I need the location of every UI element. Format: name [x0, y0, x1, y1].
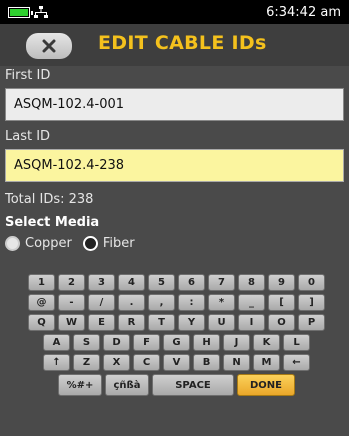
key[interactable]: J	[223, 334, 250, 351]
fiber-radio[interactable]	[82, 236, 98, 251]
last-id-field[interactable]: ASQM-102.4-238	[5, 149, 344, 182]
key[interactable]: P	[298, 314, 325, 331]
key[interactable]: Y	[178, 314, 205, 331]
network-icon	[34, 5, 48, 18]
total-ids-text: Total IDs: 238	[5, 192, 94, 207]
key[interactable]: ]	[298, 294, 325, 311]
close-icon	[42, 39, 56, 53]
key[interactable]: 2	[58, 274, 85, 291]
space-key[interactable]: SPACE	[152, 374, 234, 396]
key[interactable]: :	[178, 294, 205, 311]
key[interactable]: 1	[28, 274, 55, 291]
key-row-digits: 1 2 3 4 5 6 7 8 9 0	[25, 274, 328, 291]
key[interactable]: 6	[178, 274, 205, 291]
title-bar: EDIT CABLE IDs	[0, 24, 349, 66]
key[interactable]: S	[73, 334, 100, 351]
first-id-label: First ID	[5, 68, 51, 83]
key[interactable]: C	[133, 354, 160, 371]
key[interactable]: 5	[148, 274, 175, 291]
key[interactable]: 0	[298, 274, 325, 291]
copper-label[interactable]: Copper	[25, 236, 72, 251]
key[interactable]: 3	[88, 274, 115, 291]
key[interactable]: @	[28, 294, 55, 311]
key[interactable]: /	[88, 294, 115, 311]
key[interactable]: O	[268, 314, 295, 331]
last-id-label: Last ID	[5, 129, 51, 144]
done-button[interactable]: DONE	[237, 374, 295, 396]
key[interactable]: 4	[118, 274, 145, 291]
key[interactable]: L	[283, 334, 310, 351]
key[interactable]: D	[103, 334, 130, 351]
key[interactable]: 7	[208, 274, 235, 291]
key[interactable]: 9	[268, 274, 295, 291]
key[interactable]: F	[133, 334, 160, 351]
back-button[interactable]	[26, 33, 72, 59]
form: First ID ASQM-102.4-001 Last ID ASQM-102…	[0, 66, 349, 251]
key[interactable]: *	[208, 294, 235, 311]
key[interactable]: ,	[148, 294, 175, 311]
key-row-zxcv: ↑ Z X C V B N M ←	[25, 354, 328, 371]
key[interactable]: 8	[238, 274, 265, 291]
key-row-asdf: A S D F G H J K L	[25, 334, 328, 351]
media-radio-group: Copper Fiber	[5, 236, 349, 251]
key[interactable]: E	[88, 314, 115, 331]
key-row-qwerty: Q W E R T Y U I O P	[25, 314, 328, 331]
key[interactable]: N	[223, 354, 250, 371]
key-row-symbols: @ - / . , : * _ [ ]	[25, 294, 328, 311]
key[interactable]: G	[163, 334, 190, 351]
backspace-key[interactable]: ←	[283, 354, 310, 371]
key[interactable]: B	[193, 354, 220, 371]
battery-level	[10, 8, 28, 16]
key[interactable]: V	[163, 354, 190, 371]
key[interactable]: T	[148, 314, 175, 331]
key[interactable]: K	[253, 334, 280, 351]
key[interactable]: M	[253, 354, 280, 371]
page-title: EDIT CABLE IDs	[98, 32, 267, 54]
key[interactable]: [	[268, 294, 295, 311]
key-row-bottom: %#+ çñßà SPACE DONE	[25, 374, 328, 396]
status-bar: 6:34:42 am	[0, 0, 349, 24]
copper-radio[interactable]	[5, 236, 20, 251]
key[interactable]: .	[118, 294, 145, 311]
shift-key[interactable]: ↑	[43, 354, 70, 371]
key[interactable]: _	[238, 294, 265, 311]
key[interactable]: Z	[73, 354, 100, 371]
symbols-key[interactable]: %#+	[58, 374, 102, 396]
fiber-label[interactable]: Fiber	[103, 236, 135, 251]
key[interactable]: Q	[28, 314, 55, 331]
battery-icon	[8, 6, 33, 18]
key[interactable]: R	[118, 314, 145, 331]
select-media-label: Select Media	[5, 215, 100, 230]
key[interactable]: -	[58, 294, 85, 311]
on-screen-keyboard: 1 2 3 4 5 6 7 8 9 0 @ - / . , : * _ [ ] …	[25, 274, 328, 399]
key[interactable]: A	[43, 334, 70, 351]
key[interactable]: H	[193, 334, 220, 351]
key[interactable]: U	[208, 314, 235, 331]
key[interactable]: X	[103, 354, 130, 371]
first-id-field[interactable]: ASQM-102.4-001	[5, 88, 344, 121]
accents-key[interactable]: çñßà	[105, 374, 149, 396]
clock: 6:34:42 am	[266, 4, 341, 20]
key[interactable]: W	[58, 314, 85, 331]
key[interactable]: I	[238, 314, 265, 331]
status-icons	[8, 5, 48, 19]
